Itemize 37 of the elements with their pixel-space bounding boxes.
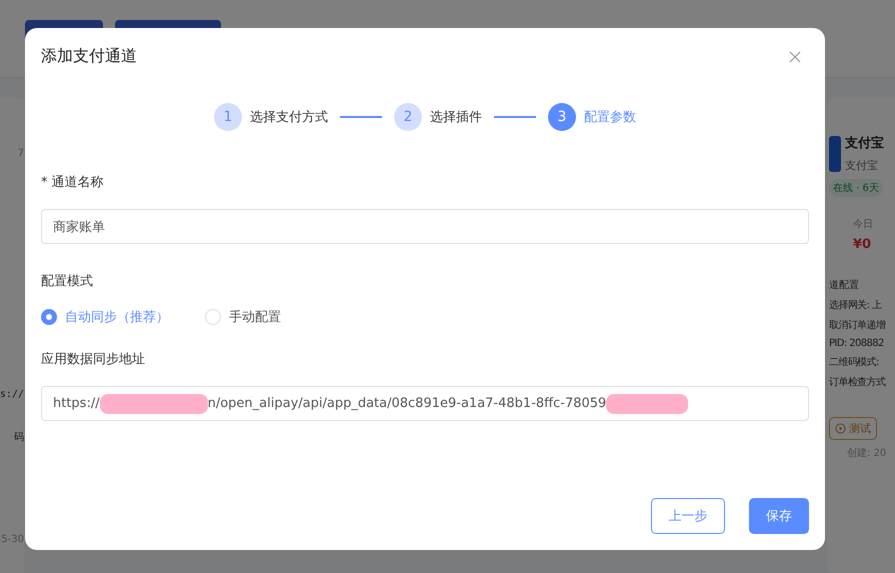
card-title: 支付宝: [845, 134, 884, 152]
status-tag: 在线 · 6天: [829, 179, 883, 197]
back-button[interactable]: 上一步: [651, 498, 725, 534]
config-line: 选择网关: 上: [829, 298, 882, 312]
play-icon: [835, 423, 846, 434]
card-text: 码: [14, 431, 24, 444]
input-field[interactable]: 商家账单: [41, 209, 809, 244]
radio-label: 自动同步（推荐）: [65, 309, 169, 326]
app-icon: [829, 136, 841, 172]
stat-value: ¥0: [852, 237, 872, 252]
close-icon[interactable]: [789, 50, 801, 62]
step-connector: [340, 116, 382, 118]
step-number: 1: [214, 103, 242, 131]
step-number: 2: [394, 103, 422, 131]
stat-label: 今日: [852, 218, 874, 231]
config-line: 二维码模式:: [829, 356, 880, 369]
input-field[interactable]: https:// n/open_alipay/api/app_data/08c891e9-a1a7-48b1-8ffc-78059: [41, 386, 809, 421]
radio-option[interactable]: 自动同步（推荐）: [41, 308, 169, 326]
config-line: 订单检查方式: [829, 376, 886, 389]
step-number: 3: [548, 103, 576, 131]
field-label: 配置模式: [41, 273, 94, 290]
step-label: 配置参数: [584, 109, 636, 126]
field-label: * 通道名称: [41, 174, 105, 191]
test-button[interactable]: 测试: [829, 417, 877, 440]
step-label: 选择支付方式: [250, 109, 328, 126]
config-line: 取消订单递增: [829, 318, 886, 332]
card-text: s://: [0, 389, 24, 400]
section-title: 道配置: [829, 278, 860, 292]
card-subtitle: 支付宝: [845, 158, 879, 173]
config-line: PID: 208882: [829, 338, 885, 349]
step-connector: [494, 116, 536, 118]
radio-option[interactable]: 手动配置: [205, 308, 281, 326]
radio-label: 手动配置: [229, 309, 281, 326]
step-label: 选择插件: [430, 109, 482, 126]
field-label: 应用数据同步地址: [41, 351, 146, 368]
dialog-title: 添加支付通道: [41, 46, 137, 67]
save-button[interactable]: 保存: [749, 498, 809, 534]
